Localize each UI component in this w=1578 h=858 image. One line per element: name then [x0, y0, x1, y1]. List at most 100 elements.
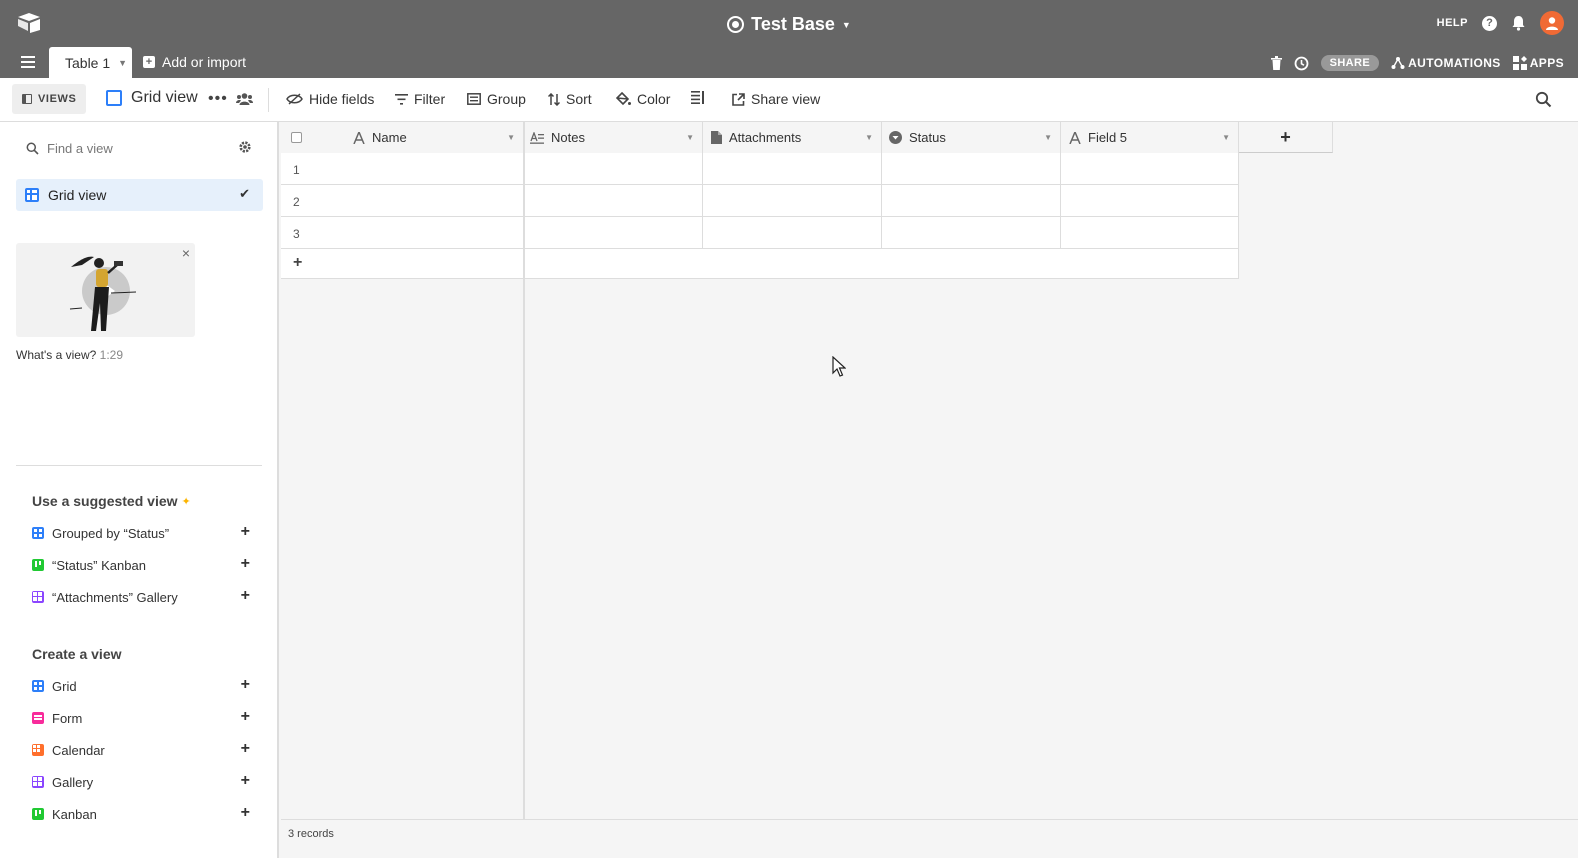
help-link[interactable]: HELP [1437, 17, 1468, 29]
plus-icon[interactable]: + [241, 587, 250, 605]
plus-icon[interactable]: + [293, 254, 302, 272]
suggested-grouped-by-status[interactable]: Grouped by “Status” + [32, 522, 250, 544]
plus-icon[interactable]: + [241, 804, 250, 822]
cell-notes[interactable] [524, 185, 703, 217]
hide-fields-button[interactable]: Hide fields [286, 91, 374, 107]
share-button[interactable]: SHARE [1320, 55, 1380, 71]
find-view-input[interactable] [47, 140, 217, 156]
row-height-button[interactable] [691, 91, 705, 104]
row-number: 1 [293, 163, 300, 177]
cell-status[interactable] [882, 153, 1061, 185]
current-view-switcher[interactable]: Grid view [106, 89, 198, 107]
cell-field-5[interactable] [1061, 217, 1239, 249]
tab-table-1[interactable]: Table 1 ▼ [49, 47, 132, 78]
color-button[interactable]: Color [616, 91, 670, 107]
create-grid-view[interactable]: Grid + [32, 675, 250, 697]
chevron-down-icon[interactable]: ▼ [118, 58, 127, 68]
column-header-attachments[interactable]: Attachments ▼ [703, 122, 882, 153]
search-icon[interactable] [1535, 91, 1552, 108]
chevron-down-icon[interactable]: ▼ [1222, 133, 1230, 142]
chevron-down-icon[interactable]: ▼ [1044, 133, 1052, 142]
column-header-notes[interactable]: Notes ▼ [524, 122, 703, 153]
create-kanban-view[interactable]: Kanban + [32, 803, 250, 825]
apps-label: APPS [1529, 56, 1564, 70]
table-row[interactable]: 3 [281, 217, 1239, 249]
cell-notes[interactable] [524, 217, 703, 249]
create-gallery-view[interactable]: Gallery + [32, 771, 250, 793]
user-avatar[interactable] [1540, 11, 1564, 35]
add-or-import-button[interactable]: + Add or import [143, 54, 246, 70]
cell-status[interactable] [882, 185, 1061, 217]
sidebar-item-label: “Attachments” Gallery [52, 589, 178, 605]
cell-field-5[interactable] [1061, 153, 1239, 185]
select-all-checkbox[interactable] [291, 132, 302, 143]
suggested-attachments-gallery[interactable]: “Attachments” Gallery + [32, 586, 250, 608]
video-thumbnail[interactable]: × [16, 243, 195, 337]
attachment-icon [711, 131, 722, 144]
primary-cell[interactable]: 1 [281, 153, 524, 185]
gear-icon[interactable] [238, 140, 252, 154]
add-record-row[interactable]: + [281, 249, 1239, 279]
views-toggle-button[interactable]: VIEWS [12, 84, 87, 114]
automations-icon [1391, 57, 1405, 69]
column-header-name[interactable]: Name [353, 130, 407, 145]
current-view-name: Grid view [131, 89, 198, 106]
chevron-down-icon[interactable]: ▼ [865, 133, 873, 142]
suggested-status-kanban[interactable]: “Status” Kanban + [32, 554, 250, 576]
column-label: Status [909, 130, 946, 145]
plus-icon[interactable]: + [241, 676, 250, 694]
help-icon[interactable]: ? [1482, 15, 1497, 31]
history-icon[interactable] [1294, 56, 1309, 71]
chevron-down-icon[interactable]: ▼ [507, 133, 515, 142]
chevron-down-icon: ▼ [841, 19, 851, 30]
cell-attachments[interactable] [703, 153, 882, 185]
chevron-down-icon[interactable]: ▼ [686, 133, 694, 142]
sort-button[interactable]: Sort [548, 91, 592, 107]
notifications-bell-icon[interactable] [1511, 15, 1526, 31]
hide-fields-label: Hide fields [309, 91, 375, 107]
create-form-view[interactable]: Form + [32, 707, 250, 729]
cell-attachments[interactable] [703, 217, 882, 249]
plus-icon[interactable]: + [241, 708, 250, 726]
tab-label: Table 1 [65, 54, 111, 71]
sidebar-item-label: Form [52, 710, 83, 726]
hide-fields-icon [286, 93, 303, 105]
plus-icon[interactable]: + [241, 772, 250, 790]
cell-attachments[interactable] [703, 185, 882, 217]
menu-hamburger-icon[interactable] [21, 56, 35, 68]
long-text-icon [530, 131, 544, 144]
automations-button[interactable]: AUTOMATIONS [1391, 56, 1501, 70]
plus-icon[interactable]: + [241, 740, 250, 758]
video-caption[interactable]: What's a view? 1:29 [16, 348, 123, 362]
close-icon[interactable]: × [182, 245, 190, 261]
create-calendar-view[interactable]: Calendar + [32, 739, 250, 761]
primary-cell[interactable]: 3 [281, 217, 524, 249]
cell-field-5[interactable] [1061, 185, 1239, 217]
sidebar-item-label: Grouped by “Status” [52, 525, 170, 541]
gallery-icon [32, 776, 44, 788]
column-label: Notes [551, 130, 585, 145]
primary-cell[interactable]: 2 [281, 185, 524, 217]
cell-notes[interactable] [524, 153, 703, 185]
filter-button[interactable]: Filter [395, 91, 445, 107]
sidebar-item-label: Grid view [48, 187, 107, 203]
create-view-title: Create a view [32, 646, 122, 662]
trash-icon[interactable] [1270, 56, 1282, 70]
apps-button[interactable]: APPS [1512, 56, 1564, 70]
sidebar-item-grid-view[interactable]: Grid view ✔ [16, 179, 263, 211]
share-view-button[interactable]: Share view [732, 91, 820, 107]
group-button[interactable]: Group [467, 91, 526, 107]
collaborators-icon[interactable] [236, 92, 253, 106]
more-options-icon[interactable]: ••• [208, 90, 228, 108]
column-header-status[interactable]: Status ▼ [882, 122, 1061, 153]
plus-icon[interactable]: + [241, 555, 250, 573]
filter-label: Filter [414, 91, 446, 107]
base-title-menu[interactable]: Test Base ▼ [0, 14, 1578, 35]
table-row[interactable]: 1 [281, 153, 1239, 185]
add-field-button[interactable]: + [1239, 122, 1333, 153]
plus-icon[interactable]: + [241, 523, 250, 541]
table-row[interactable]: 2 [281, 185, 1239, 217]
cell-status[interactable] [882, 217, 1061, 249]
column-header-field-5[interactable]: Field 5 ▼ [1061, 122, 1239, 153]
grid-table: Name ▼ Notes ▼ Attachments ▼ Status ▼ Fi… [281, 122, 1578, 858]
